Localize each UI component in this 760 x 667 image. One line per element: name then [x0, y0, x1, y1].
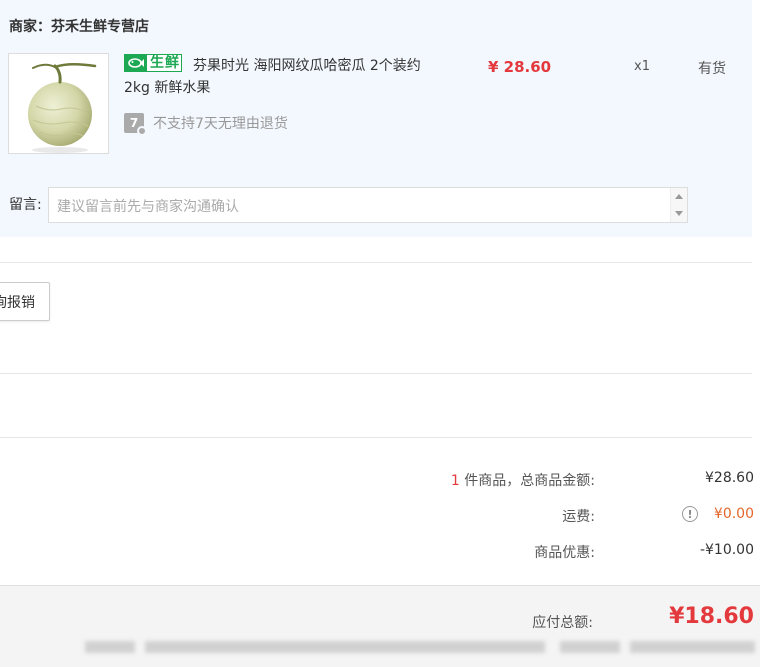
no-return-icon-dot [137, 126, 147, 136]
goods-total-value: ¥28.60 [705, 470, 754, 486]
scroll-up-arrow-icon[interactable] [675, 194, 683, 199]
redacted-text [630, 641, 755, 653]
shop-order-panel: 商家：芬禾生鲜专营店 芬果时光 海阳网纹瓜哈密瓜 2个装约2kg 新鲜水果 生鲜… [0, 0, 752, 237]
return-policy: 7 不支持7天无理由退货 [124, 113, 288, 136]
fresh-badge-label: 生鲜 [150, 55, 180, 71]
note-scrollbar[interactable] [670, 188, 687, 222]
invoice-button-label: 询报销 [0, 294, 35, 311]
note-field[interactable] [48, 187, 688, 223]
return-policy-text: 不支持7天无理由退货 [153, 116, 288, 132]
product-quantity: x1 [634, 59, 650, 74]
fish-icon [125, 55, 147, 71]
shop-name: 商家：芬禾生鲜专营店 [9, 19, 149, 35]
goods-total-label: 1 件商品，总商品金额: [451, 470, 595, 490]
section-divider [0, 437, 752, 438]
discount-label: 商品优惠: [534, 545, 595, 561]
redacted-text [85, 641, 135, 653]
info-icon[interactable]: ! [682, 506, 698, 522]
shipping-label: 运费: [562, 509, 595, 525]
redacted-text [560, 641, 620, 653]
shipping-value: ¥0.00 [713, 506, 754, 522]
scroll-down-arrow-icon[interactable] [675, 211, 683, 216]
section-divider [0, 373, 752, 374]
product-image[interactable] [8, 53, 109, 154]
no-return-icon: 7 [124, 113, 147, 136]
stock-status: 有货 [698, 61, 726, 77]
item-count: 1 [450, 473, 460, 489]
melon-image [28, 63, 97, 153]
section-divider [0, 262, 752, 263]
fresh-badge: 生鲜 [124, 54, 182, 72]
product-price: ¥ 28.60 [488, 58, 552, 76]
total-amount: ¥18.60 [669, 604, 754, 629]
invoice-button[interactable]: 询报销 [0, 282, 50, 321]
discount-value: -¥10.00 [699, 542, 754, 558]
redacted-text [145, 641, 545, 653]
note-label: 留言: [9, 197, 42, 213]
total-panel: 应付总额: ¥18.60 [0, 585, 760, 667]
goods-total-caption: 件商品，总商品金额: [459, 473, 595, 489]
total-label: 应付总额: [532, 615, 593, 631]
note-textarea[interactable] [49, 188, 671, 222]
